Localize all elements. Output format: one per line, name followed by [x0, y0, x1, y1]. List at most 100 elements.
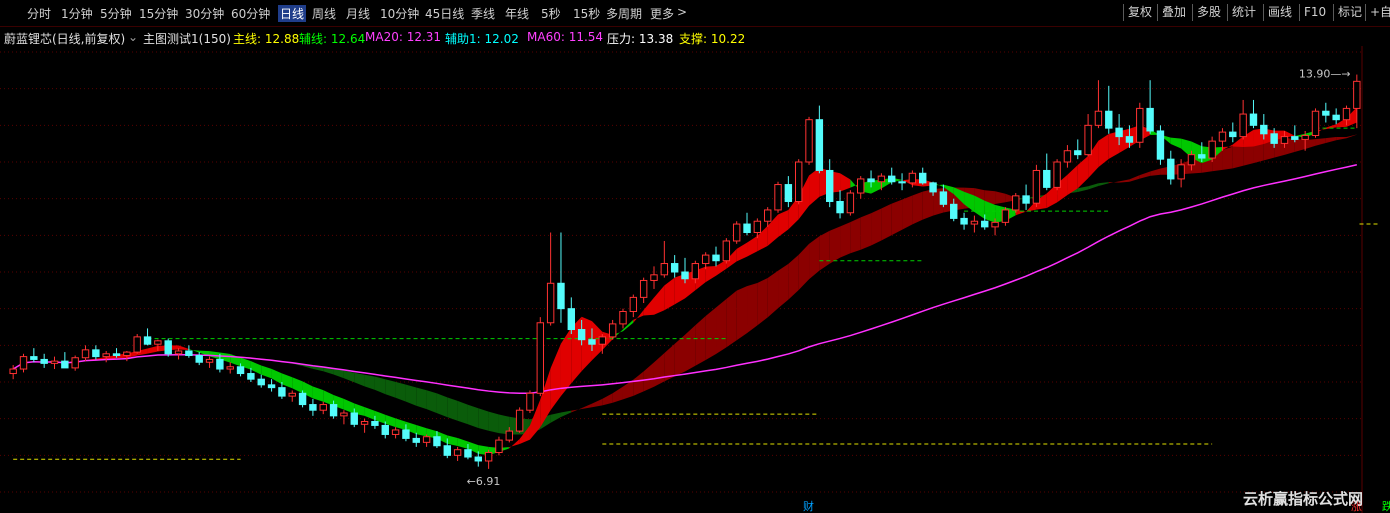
candle-body[interactable] [288, 392, 296, 397]
candle-body[interactable] [960, 217, 968, 225]
candle-body[interactable] [981, 220, 989, 228]
candle-body[interactable] [205, 358, 214, 363]
candle-body[interactable] [92, 349, 100, 358]
candle-body[interactable] [1022, 195, 1030, 204]
toolbar-button-6[interactable]: 标记 [1338, 3, 1362, 22]
candle-body[interactable] [546, 282, 555, 324]
candle-body[interactable] [309, 404, 317, 411]
candle-body[interactable] [453, 449, 462, 456]
toolbar-button-2[interactable]: 多股 [1197, 3, 1221, 22]
candle-body[interactable] [557, 282, 565, 310]
period-tab-14[interactable]: 15秒 [573, 5, 600, 22]
candle-body[interactable] [784, 184, 793, 202]
candle-body[interactable] [19, 356, 28, 370]
candle-body[interactable] [30, 356, 38, 360]
more-arrow-icon[interactable]: > [677, 5, 687, 19]
period-tab-9[interactable]: 10分钟 [380, 5, 419, 22]
candle-body[interactable] [1043, 169, 1051, 188]
period-tab-0[interactable]: 分时 [27, 5, 51, 22]
candle-body[interactable] [753, 220, 762, 234]
candle-body[interactable] [81, 349, 90, 359]
candlestick-chart[interactable]: 13.90—→←6.91财涨跌预 [0, 46, 1390, 513]
candle-body[interactable] [1301, 134, 1309, 140]
candle-body[interactable] [505, 430, 513, 441]
candle-body[interactable] [1053, 161, 1061, 188]
candle-body[interactable] [898, 181, 906, 184]
candle-body[interactable] [825, 169, 834, 202]
toolbar-button-7[interactable]: +自 [1370, 3, 1390, 22]
candle-body[interactable] [639, 279, 648, 298]
toolbar-button-4[interactable]: 画线 [1268, 3, 1292, 22]
candle-body[interactable] [464, 449, 472, 458]
candle-body[interactable] [257, 378, 265, 386]
toolbar-button-0[interactable]: 复权 [1128, 3, 1152, 22]
candle-body[interactable] [298, 392, 307, 406]
candle-body[interactable] [391, 429, 400, 435]
candle-body[interactable] [443, 445, 451, 456]
candle-body[interactable] [1136, 107, 1144, 143]
candle-body[interactable] [247, 373, 255, 380]
candle-body[interactable] [133, 336, 141, 353]
candle-body[interactable] [1342, 107, 1351, 121]
candle-body[interactable] [195, 354, 203, 363]
candle-body[interactable] [371, 420, 379, 426]
candle-body[interactable] [1074, 150, 1082, 156]
candle-body[interactable] [40, 358, 48, 364]
candle-body[interactable] [939, 191, 948, 205]
candle-body[interactable] [1260, 124, 1268, 135]
candle-body[interactable] [857, 178, 865, 194]
candle-body[interactable] [319, 404, 327, 411]
candle-body[interactable] [1032, 169, 1041, 204]
period-tab-13[interactable]: 5秒 [541, 5, 561, 22]
period-tab-8[interactable]: 月线 [346, 5, 370, 22]
candle-body[interactable] [763, 209, 772, 222]
candle-body[interactable] [278, 387, 286, 397]
candle-body[interactable] [1012, 195, 1020, 211]
candle-body[interactable] [1239, 113, 1247, 138]
candle-body[interactable] [236, 366, 245, 375]
candle-body[interactable] [412, 437, 420, 443]
candle-body[interactable] [164, 340, 172, 355]
candle-body[interactable] [340, 412, 348, 417]
candle-body[interactable] [681, 271, 689, 280]
candle-body[interactable] [722, 240, 731, 262]
candle-body[interactable] [629, 296, 638, 312]
period-tab-7[interactable]: 周线 [312, 5, 336, 22]
candle-body[interactable] [1353, 80, 1361, 109]
candle-body[interactable] [1280, 136, 1289, 144]
candle-body[interactable] [619, 310, 627, 325]
candle-body[interactable] [50, 360, 59, 364]
candle-body[interactable] [515, 409, 524, 432]
candle-body[interactable] [174, 350, 183, 355]
toolbar-button-5[interactable]: F10 [1304, 3, 1326, 22]
candle-body[interactable] [970, 220, 979, 225]
candle-body[interactable] [185, 350, 193, 356]
candle-body[interactable] [1229, 131, 1237, 138]
period-tab-10[interactable]: 45日线 [425, 5, 464, 22]
candle-body[interactable] [350, 412, 358, 425]
candle-body[interactable] [1167, 158, 1175, 180]
candle-body[interactable] [577, 329, 586, 341]
candle-body[interactable] [1146, 107, 1154, 132]
candle-body[interactable] [650, 274, 658, 281]
candle-body[interactable] [71, 357, 79, 369]
candle-body[interactable] [360, 420, 369, 425]
candle-body[interactable] [1208, 140, 1216, 159]
toolbar-button-1[interactable]: 叠加 [1162, 3, 1186, 22]
period-tab-12[interactable]: 年线 [505, 5, 529, 22]
candle-body[interactable] [536, 322, 545, 394]
candle-body[interactable] [1322, 110, 1330, 116]
candle-body[interactable] [1249, 113, 1258, 126]
candle-body[interactable] [1311, 110, 1320, 136]
candle-body[interactable] [329, 404, 338, 417]
period-tab-15[interactable]: 多周期 [606, 5, 642, 22]
period-tab-16[interactable]: 更多 [650, 5, 674, 22]
candle-body[interactable] [888, 175, 896, 183]
candle-body[interactable] [61, 360, 69, 369]
candle-body[interactable] [1332, 114, 1340, 121]
toolbar-button-3[interactable]: 统计 [1232, 3, 1256, 22]
candle-body[interactable] [381, 424, 389, 435]
candle-body[interactable] [1115, 127, 1123, 138]
candle-body[interactable] [608, 323, 617, 338]
candle-body[interactable] [743, 223, 751, 234]
